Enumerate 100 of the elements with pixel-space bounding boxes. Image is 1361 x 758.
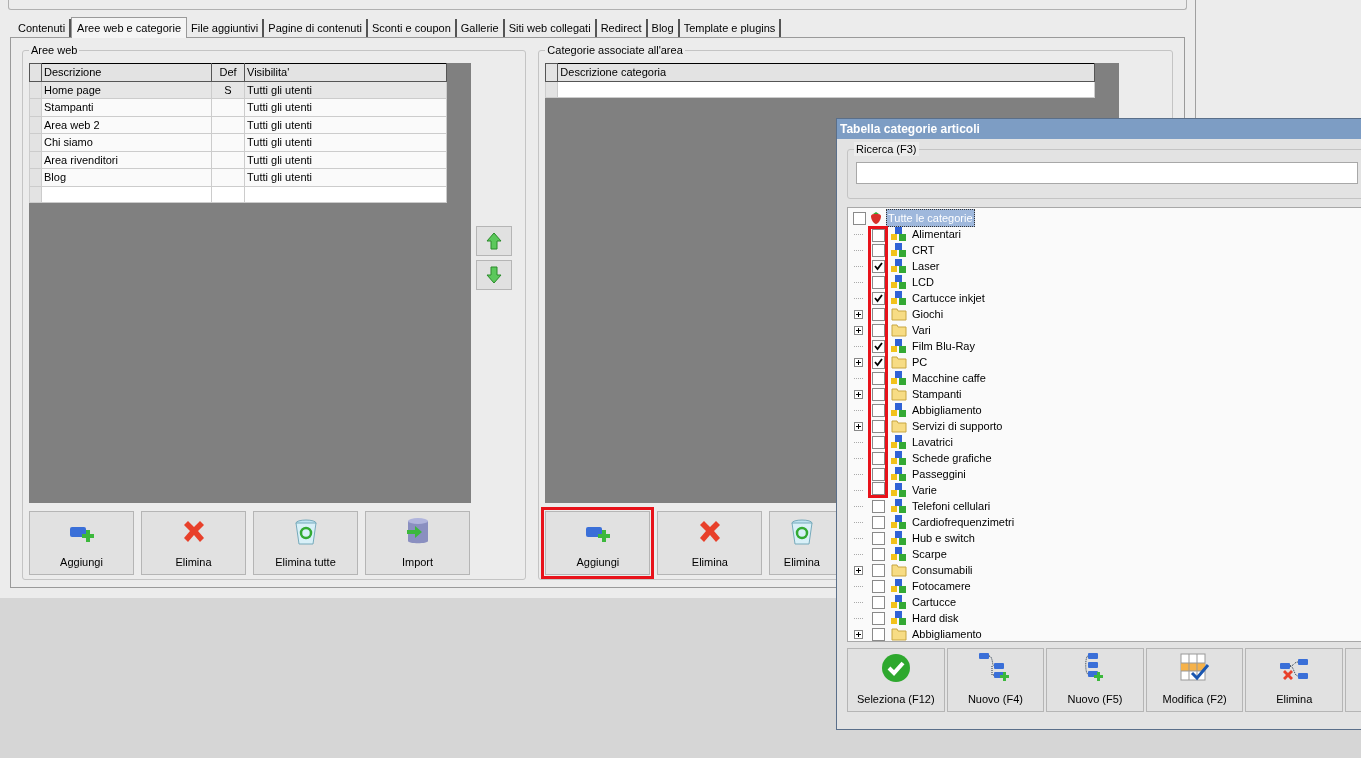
grid-check-icon xyxy=(1179,652,1210,683)
expand-icon[interactable] xyxy=(853,325,863,335)
dialog-title: Tabella categorie articoli xyxy=(837,119,1361,139)
toolbar-button[interactable]: Elimina tutte xyxy=(253,511,358,575)
tree-node[interactable]: Cardiofrequenzimetri xyxy=(912,513,1015,531)
tree-node[interactable]: Film Blu-Ray xyxy=(912,337,975,355)
table-cell: S xyxy=(211,81,245,99)
tree-node[interactable]: Alimentari xyxy=(912,225,961,243)
cubes-icon xyxy=(891,370,907,386)
expand-icon[interactable] xyxy=(853,629,863,639)
toolbar-button[interactable]: Elimina xyxy=(141,511,246,575)
tree-node[interactable]: LCD xyxy=(912,273,934,291)
tree-node[interactable]: PC xyxy=(912,353,928,371)
cubes-icon xyxy=(891,290,907,306)
folder-icon xyxy=(891,563,907,577)
tree-delete-icon xyxy=(1278,656,1311,683)
arrow-up-icon xyxy=(486,232,503,250)
tree-node[interactable]: Cartucce xyxy=(912,593,957,611)
search-field[interactable] xyxy=(856,162,1358,184)
column-header[interactable]: Visibilita' xyxy=(244,63,447,81)
cubes-icon xyxy=(891,274,907,290)
folder-icon xyxy=(891,307,907,321)
cubes-icon xyxy=(891,546,907,562)
checkbox[interactable] xyxy=(871,595,885,609)
checkbox[interactable] xyxy=(871,499,885,513)
tree-node[interactable]: Vari xyxy=(912,321,931,339)
tree-node[interactable]: Abbigliamento xyxy=(912,625,982,643)
cubes-icon xyxy=(891,482,907,498)
table-cell: Stampanti xyxy=(41,98,212,116)
cubes-icon xyxy=(891,402,907,418)
toolbar-button[interactable]: Seleziona (F12) xyxy=(847,648,945,712)
column-header[interactable]: Descrizione xyxy=(41,63,212,81)
tree-node[interactable]: Varie xyxy=(912,481,937,499)
tree-node[interactable]: Abbigliamento xyxy=(912,401,982,419)
toolbar-button[interactable]: Aggiungi xyxy=(29,511,134,575)
group-title: Aree web xyxy=(29,43,80,57)
group-title: Ricerca (F3) xyxy=(854,142,919,156)
column-header[interactable]: Def xyxy=(211,63,245,81)
checkbox[interactable] xyxy=(871,515,885,529)
tree-node[interactable]: Stampanti xyxy=(912,385,962,403)
table-cell xyxy=(211,98,245,116)
checkbox[interactable] xyxy=(871,563,885,577)
tree-node[interactable]: Servizi di supporto xyxy=(912,417,1003,435)
table-cell: Chi siamo xyxy=(41,133,212,151)
tree-node[interactable]: Telefoni cellulari xyxy=(912,497,991,515)
folder-icon xyxy=(891,419,907,433)
group-title: Categorie associate all'area xyxy=(545,43,685,57)
tree-node[interactable]: Laser xyxy=(912,257,940,275)
toolbar-button[interactable]: Aggiungi xyxy=(545,511,651,575)
expand-icon[interactable] xyxy=(853,389,863,399)
expand-icon[interactable] xyxy=(853,357,863,367)
move-down-button[interactable] xyxy=(476,260,513,290)
tree-node[interactable]: Giochi xyxy=(912,305,944,323)
table-cell: Tutti gli utenti xyxy=(244,133,447,151)
tree-node[interactable]: Hub e switch xyxy=(912,529,975,547)
cubes-icon xyxy=(891,258,907,274)
table-cell: Tutti gli utenti xyxy=(244,151,447,169)
toolbar-button[interactable]: Elimina xyxy=(657,511,763,575)
cubes-icon xyxy=(891,514,907,530)
table-cell xyxy=(211,133,245,151)
cubes-icon xyxy=(891,498,907,514)
arrow-down-icon xyxy=(486,266,503,284)
checkbox[interactable] xyxy=(871,611,885,625)
checkbox[interactable] xyxy=(871,531,885,545)
cubes-icon xyxy=(891,338,907,354)
table-cell: Home page xyxy=(41,81,212,99)
checkmark-icon xyxy=(880,652,911,683)
tree-node[interactable]: CRT xyxy=(912,241,935,259)
table-cell xyxy=(211,151,245,169)
expand-icon[interactable] xyxy=(853,421,863,431)
tree-node[interactable]: Macchine caffe xyxy=(912,369,986,387)
table-cell xyxy=(211,116,245,134)
toolbar-button[interactable]: Nuovo (F4) xyxy=(946,648,1045,712)
expand-icon[interactable] xyxy=(853,565,863,575)
toolbar-button[interactable]: Nuovo (F5) xyxy=(1046,648,1144,712)
expand-icon[interactable] xyxy=(853,309,863,319)
tree-node[interactable]: Hard disk xyxy=(912,609,959,627)
strawberry-icon xyxy=(869,211,883,225)
tree-node[interactable]: Passeggini xyxy=(912,465,966,483)
checkbox[interactable] xyxy=(853,211,866,225)
checkbox[interactable] xyxy=(871,579,885,593)
tree-node[interactable]: Cartucce inkjet xyxy=(912,289,985,307)
move-up-button[interactable] xyxy=(476,226,513,256)
table-cell: Area web 2 xyxy=(41,116,212,134)
toolbar-button[interactable]: Modifica (F2) xyxy=(1145,648,1244,712)
tree-node[interactable]: Scarpe xyxy=(912,545,947,563)
tree-node[interactable]: Schede grafiche xyxy=(912,449,992,467)
tab[interactable]: Aree web e categorie xyxy=(71,17,188,38)
tree-node[interactable]: Fotocamere xyxy=(912,577,971,595)
tree-node[interactable]: Lavatrici xyxy=(912,433,953,451)
checkbox[interactable] xyxy=(871,627,885,641)
checkbox[interactable] xyxy=(871,547,885,561)
cubes-icon xyxy=(891,530,907,546)
folder-icon xyxy=(891,323,907,337)
tree-node[interactable]: Consumabili xyxy=(912,561,973,579)
recycle-bin-icon xyxy=(789,517,814,546)
cubes-icon xyxy=(891,450,907,466)
toolbar-button[interactable]: Import xyxy=(365,511,470,575)
toolbar-button[interactable]: Elimina xyxy=(1245,648,1344,712)
folder-icon xyxy=(891,355,907,369)
